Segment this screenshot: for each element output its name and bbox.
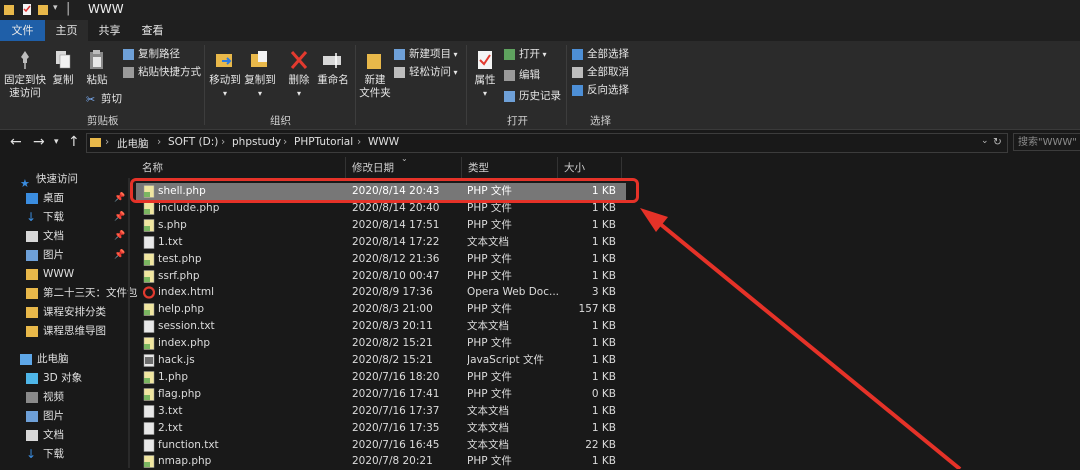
annotation-arrow-icon — [646, 212, 962, 469]
annotation-arrow-overlay — [640, 208, 962, 469]
